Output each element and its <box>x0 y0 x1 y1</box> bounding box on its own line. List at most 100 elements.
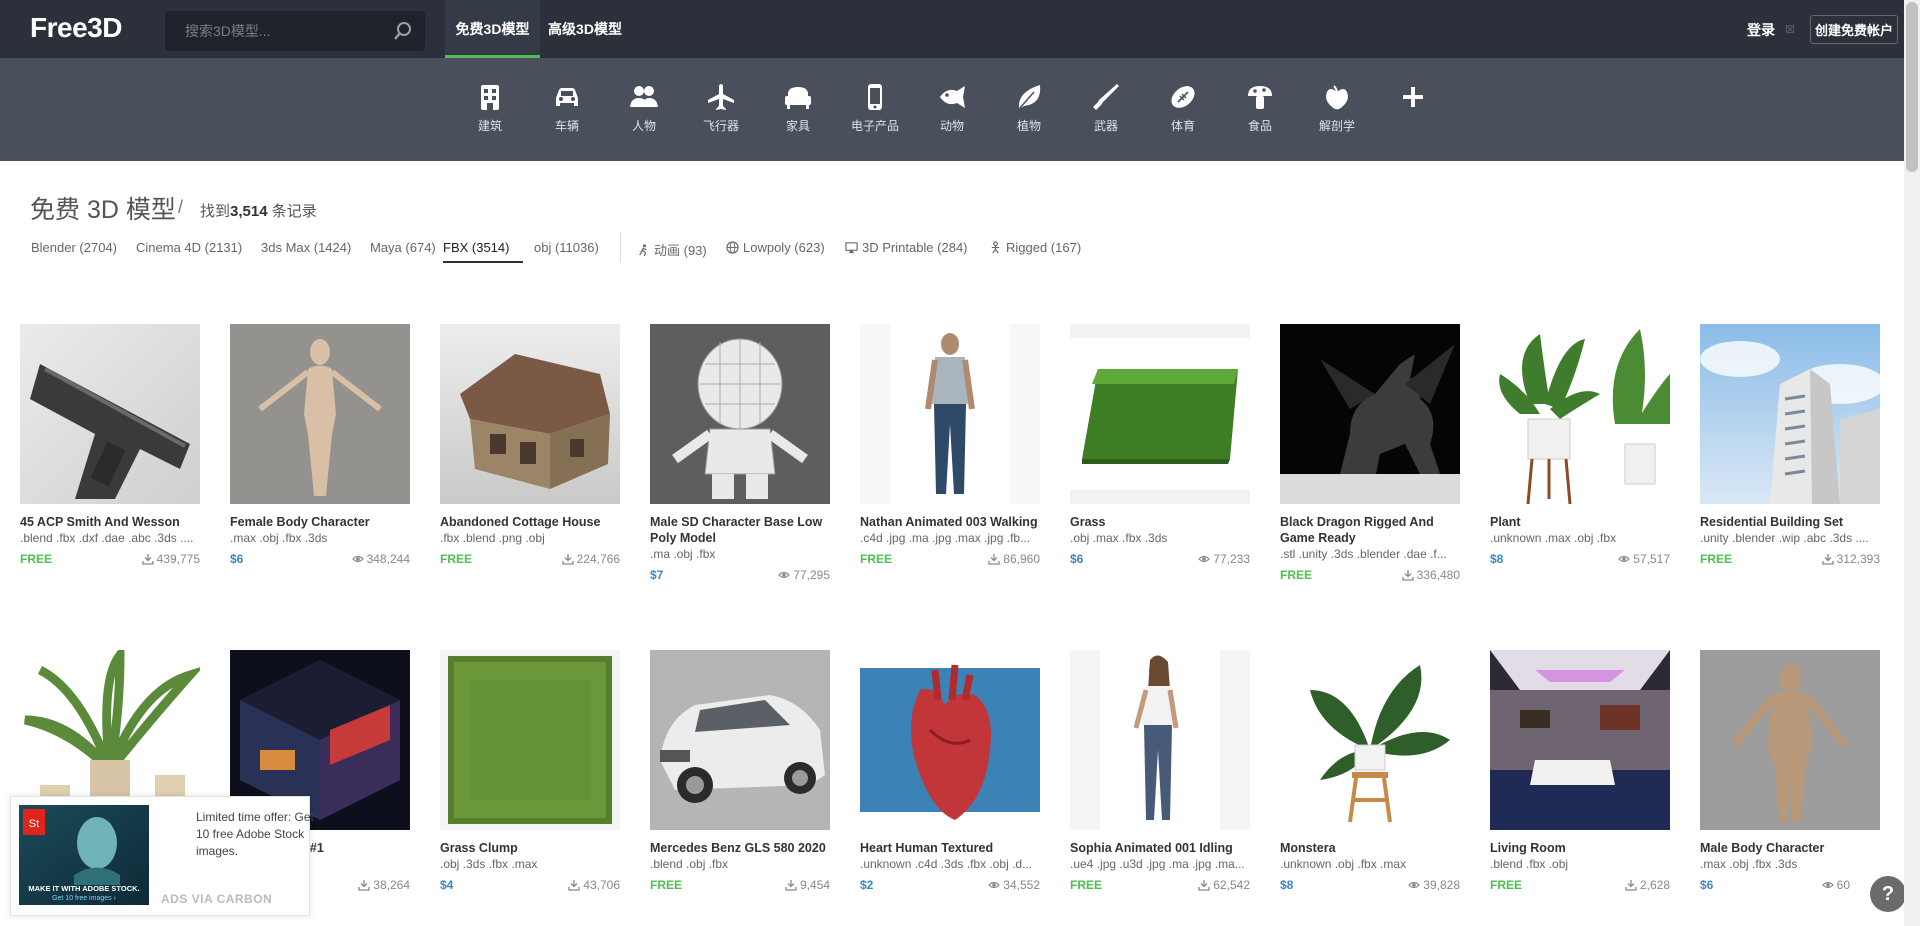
model-thumbnail[interactable] <box>650 650 830 830</box>
tab-free-models[interactable]: 免费3D模型 <box>445 0 540 58</box>
model-title[interactable]: Living Room <box>1490 840 1670 856</box>
category-more[interactable] <box>1378 82 1448 117</box>
signup-button[interactable]: 创建免费帐户 <box>1809 15 1898 44</box>
category-sports[interactable]: 体育 <box>1148 82 1218 134</box>
stat-value: 60 <box>1836 878 1850 892</box>
model-thumbnail[interactable] <box>1700 650 1880 830</box>
model-thumbnail[interactable] <box>230 324 410 504</box>
model-thumbnail[interactable] <box>1070 650 1250 830</box>
model-formats: .c4d .jpg .ma .jpg .max .jpg .fb... <box>860 531 1031 545</box>
model-thumbnail[interactable] <box>440 324 620 504</box>
model-thumbnail[interactable] <box>860 650 1040 830</box>
model-card[interactable]: Monstera .unknown .obj .fbx .max $8 39,82… <box>1280 650 1460 896</box>
ad-attribution[interactable]: ADS VIA CARBON <box>161 892 272 906</box>
model-title[interactable]: Black Dragon Rigged And Game Ready <box>1280 514 1460 546</box>
search-input[interactable] <box>165 11 385 51</box>
category-weapons[interactable]: 武器 <box>1071 82 1141 134</box>
view-count: 39,828 <box>1408 878 1460 892</box>
filter-lowpoly[interactable]: Lowpoly (623) <box>726 240 825 261</box>
view-count: 57,517 <box>1618 552 1670 566</box>
model-card[interactable]: Grass Clump .obj .3ds .fbx .max $4 43,706 <box>440 650 620 896</box>
filter-cinema4d[interactable]: Cinema 4D (2131) <box>136 240 242 261</box>
model-card[interactable]: Plant .unknown .max .obj .fbx $8 57,517 <box>1490 324 1670 570</box>
eye-icon <box>1408 881 1421 889</box>
help-button[interactable]: ? <box>1870 876 1906 912</box>
model-card[interactable]: Male Body Character .max .obj .fbx .3ds … <box>1700 650 1880 896</box>
model-card[interactable]: Female Body Character .max .obj .fbx .3d… <box>230 324 410 570</box>
ad-banner-image[interactable]: St MAKE IT WITH ADOBE STOCK. Get 10 free… <box>19 805 149 905</box>
model-price: FREE <box>20 552 53 566</box>
model-thumbnail[interactable] <box>650 324 830 504</box>
model-card[interactable]: Sophia Animated 001 Idling .ue4 .jpg .u3… <box>1070 650 1250 896</box>
ad-text[interactable]: Limited time offer: Get 10 free Adobe St… <box>196 809 316 860</box>
model-thumbnail[interactable] <box>1280 650 1460 830</box>
model-price: FREE <box>440 552 473 566</box>
model-title[interactable]: Monstera <box>1280 840 1460 856</box>
download-count: 224,766 <box>561 552 620 566</box>
category-architecture[interactable]: 建筑 <box>455 82 525 134</box>
model-price: $2 <box>860 878 874 892</box>
filter-maya[interactable]: Maya (674) <box>370 240 436 261</box>
carbon-ad[interactable]: St MAKE IT WITH ADOBE STOCK. Get 10 free… <box>10 796 314 916</box>
category-electronics[interactable]: 电子产品 <box>840 82 910 134</box>
category-label: 飞行器 <box>702 119 739 133</box>
site-logo[interactable]: Free3D <box>30 12 122 44</box>
model-thumbnail[interactable] <box>1700 324 1880 504</box>
model-title[interactable]: Male Body Character <box>1700 840 1880 856</box>
model-card[interactable]: 45 ACP Smith And Wesson .blend .fbx .dxf… <box>20 324 200 570</box>
count-prefix: 找到 <box>200 203 231 220</box>
filter-rigged[interactable]: Rigged (167) <box>989 240 1081 261</box>
category-food[interactable]: 食品 <box>1225 82 1295 134</box>
model-card[interactable]: Abandoned Cottage House .fbx .blend .png… <box>440 324 620 570</box>
filter-fbx[interactable]: FBX (3514) <box>443 240 523 263</box>
category-animals[interactable]: 动物 <box>917 82 987 134</box>
filter-obj[interactable]: obj (11036) <box>534 240 599 261</box>
model-title[interactable]: 45 ACP Smith And Wesson <box>20 514 200 530</box>
model-thumbnail[interactable] <box>1490 650 1670 830</box>
category-aircraft[interactable]: 飞行器 <box>686 82 756 134</box>
model-card[interactable]: Male SD Character Base Low Poly Model .m… <box>650 324 830 586</box>
model-formats: .ma .obj .fbx <box>650 547 716 561</box>
filter-3dsmax[interactable]: 3ds Max (1424) <box>261 240 351 261</box>
weapon-icon <box>1093 84 1119 110</box>
filter-animated[interactable]: 动画 (93) <box>637 240 707 265</box>
scrollbar-thumb[interactable] <box>1906 2 1918 172</box>
model-title[interactable]: Nathan Animated 003 Walking <box>860 514 1040 530</box>
model-thumbnail[interactable] <box>20 324 200 504</box>
user-icon: ⊠ <box>1784 22 1795 36</box>
model-thumbnail[interactable] <box>860 324 1040 504</box>
model-thumbnail[interactable] <box>1280 324 1460 504</box>
model-title[interactable]: Sophia Animated 001 Idling <box>1070 840 1250 856</box>
model-title[interactable]: Mercedes Benz GLS 580 2020 <box>650 840 830 856</box>
model-title[interactable]: Grass Clump <box>440 840 620 856</box>
model-card[interactable]: Residential Building Set .unity .blender… <box>1700 324 1880 570</box>
category-plants[interactable]: 植物 <box>994 82 1064 134</box>
model-card[interactable]: Heart Human Textured .unknown .c4d .3ds … <box>860 650 1040 896</box>
model-thumbnail[interactable] <box>1490 324 1670 504</box>
model-thumbnail[interactable] <box>440 650 620 830</box>
model-card[interactable]: Mercedes Benz GLS 580 2020 .blend .obj .… <box>650 650 830 896</box>
model-card[interactable]: Black Dragon Rigged And Game Ready .stl … <box>1280 324 1460 586</box>
tab-premium-models[interactable]: 高级3D模型 <box>540 0 630 58</box>
model-formats: .unity .blender .wip .abc .3ds .... <box>1700 531 1869 545</box>
model-card[interactable]: Grass .obj .max .fbx .3ds $6 77,233 <box>1070 324 1250 570</box>
model-price: $6 <box>1070 552 1084 566</box>
search-icon[interactable] <box>393 21 413 41</box>
category-anatomy[interactable]: 解剖学 <box>1302 82 1372 134</box>
model-title[interactable]: Heart Human Textured <box>860 840 1040 856</box>
model-title[interactable]: Grass <box>1070 514 1250 530</box>
model-card[interactable]: Nathan Animated 003 Walking .c4d .jpg .m… <box>860 324 1040 570</box>
model-title[interactable]: Female Body Character <box>230 514 410 530</box>
login-link[interactable]: 登录 <box>1747 20 1775 40</box>
filter-3dprintable[interactable]: 3D Printable (284) <box>845 240 968 261</box>
category-characters[interactable]: 人物 <box>609 82 679 134</box>
filter-blender[interactable]: Blender (2704) <box>31 240 117 261</box>
model-thumbnail[interactable] <box>1070 324 1250 504</box>
model-title[interactable]: Plant <box>1490 514 1670 530</box>
category-vehicles[interactable]: 车辆 <box>532 82 602 134</box>
model-title[interactable]: Male SD Character Base Low Poly Model <box>650 514 830 546</box>
model-title[interactable]: Abandoned Cottage House <box>440 514 620 530</box>
category-furniture[interactable]: 家具 <box>763 82 833 134</box>
model-title[interactable]: Residential Building Set <box>1700 514 1880 530</box>
model-card[interactable]: Living Room .blend .fbx .obj FREE 2,628 <box>1490 650 1670 896</box>
